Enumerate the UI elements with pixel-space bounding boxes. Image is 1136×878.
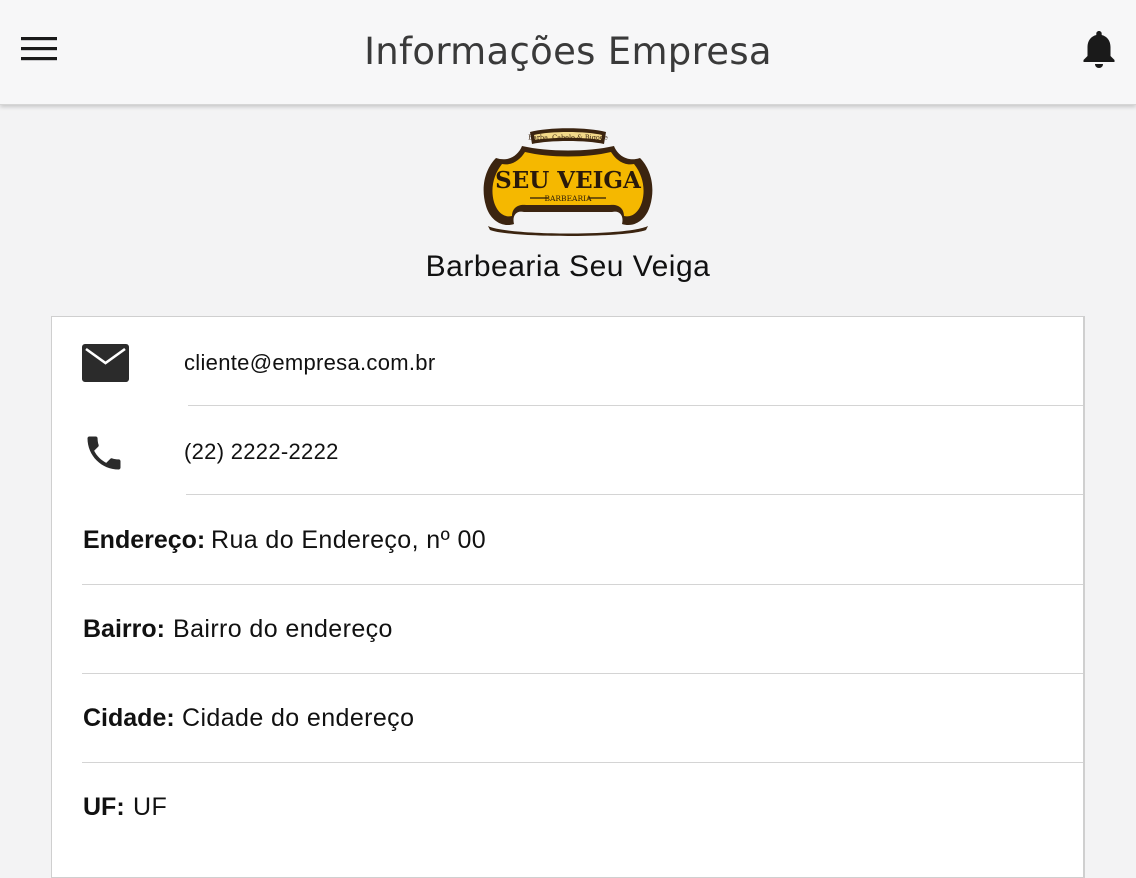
email-value[interactable]: cliente@empresa.com.br [184, 350, 435, 376]
company-logo: Barba, Cabelo & Bigode SEU VEIGA BARBEAR… [478, 128, 658, 238]
phone-row[interactable]: (22) 2222-2222 [52, 406, 1083, 495]
bairro-row: Bairro: Bairro do endereço [52, 585, 1083, 674]
mail-icon [82, 344, 129, 387]
svg-text:BARBEARIA: BARBEARIA [544, 194, 592, 203]
cidade-label: Cidade: [83, 704, 175, 732]
endereco-value: Rua do Endereço, nº 00 [211, 526, 487, 554]
phone-icon [82, 431, 126, 480]
company-info-card: cliente@empresa.com.br (22) 2222-2222 En… [51, 316, 1085, 878]
svg-text:SEU VEIGA: SEU VEIGA [495, 167, 642, 194]
company-name: Barbearia Seu Veiga [425, 250, 711, 283]
svg-text:Barba, Cabelo & Bigode: Barba, Cabelo & Bigode [528, 134, 608, 142]
bairro-value: Bairro do endereço [173, 615, 393, 643]
page-title: Informações Empresa [364, 30, 772, 73]
uf-label: UF: [83, 793, 125, 821]
endereco-row: Endereço: Rua do Endereço, nº 00 [52, 496, 1083, 585]
phone-value[interactable]: (22) 2222-2222 [184, 439, 339, 465]
row-divider [186, 494, 1083, 495]
uf-value: UF [133, 793, 168, 821]
cidade-row: Cidade: Cidade do endereço [52, 674, 1083, 763]
endereco-label: Endereço: [83, 526, 206, 554]
email-row[interactable]: cliente@empresa.com.br [52, 317, 1083, 406]
app-header: Informações Empresa [0, 0, 1136, 105]
cidade-value: Cidade do endereço [182, 704, 415, 732]
bairro-label: Bairro: [83, 615, 165, 643]
uf-row: UF: UF [52, 763, 1083, 852]
bell-icon[interactable] [1080, 28, 1118, 70]
